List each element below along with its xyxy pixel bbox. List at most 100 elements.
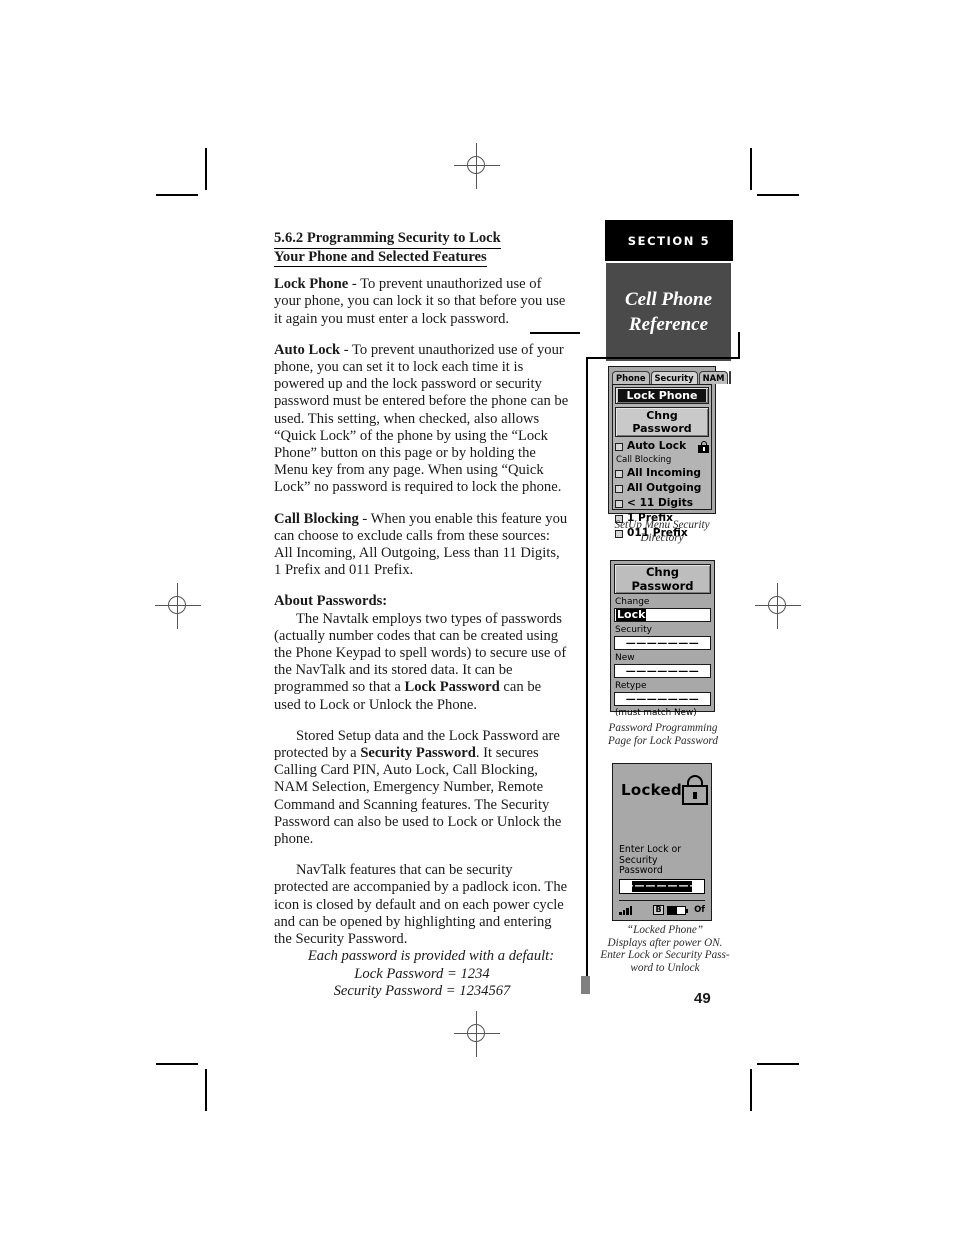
sidebar-rule-main-vertical <box>586 357 588 980</box>
change-field-label: Change <box>615 597 650 607</box>
crop-mark-bottom-right-h <box>757 1063 799 1065</box>
device-screen-security-setup: Phone Security NAM Lock Phone Chng Passw… <box>608 366 732 539</box>
password-defaults-intro: Each password is provided with a default… <box>307 948 555 965</box>
chng-password-button-label: Chng Password <box>632 409 692 435</box>
term-security-password: Security Password <box>360 745 476 762</box>
padlock-closed-icon[interactable] <box>698 440 709 453</box>
battery-icon <box>667 906 689 915</box>
registration-mark-top <box>454 143 500 189</box>
retype-field[interactable]: ——————— <box>614 692 711 706</box>
password-default-lock: Lock Password = 1234 <box>354 965 490 982</box>
section-title-text: Cell Phone Reference <box>625 287 712 337</box>
term-call-blocking: Call Blocking <box>274 510 359 527</box>
lock-phone-button[interactable]: Lock Phone <box>615 387 709 404</box>
crop-mark-bottom-left-h <box>156 1063 198 1065</box>
caption-security-setup-line2: Directory <box>640 531 684 544</box>
password-default-security: Security Password = 1234567 <box>333 982 511 999</box>
paragraph-security-password: Stored Setup data and the Lock Password … <box>274 728 570 848</box>
section-title-line2: Reference <box>628 314 709 335</box>
call-blocking-item-all-incoming[interactable]: All Incoming <box>615 467 709 480</box>
tab-security-label: Security <box>654 373 694 383</box>
retype-hint: (must match New) <box>615 708 697 718</box>
locked-prompt-line2: Password <box>619 865 663 876</box>
tab-nam-label: NAM <box>702 373 725 383</box>
device-screen-chng-password: Chng Password Change Lock Security —————… <box>610 560 715 718</box>
locked-prompt-area: Enter Lock or Security Password ——————— <box>616 844 708 894</box>
section-heading-line2: Your Phone and Selected Features <box>274 249 487 268</box>
paragraph-call-blocking: Call Blocking - When you enable this fea… <box>274 511 570 580</box>
tab-overflow-indicator[interactable] <box>729 371 732 384</box>
caption-chng-password: Password Programming Page for Lock Passw… <box>596 722 730 747</box>
locked-password-input[interactable]: ——————— <box>619 878 705 894</box>
tab-security[interactable]: Security <box>650 371 698 384</box>
call-blocking-group-label: Call Blocking <box>616 455 672 465</box>
change-field[interactable]: Lock <box>614 608 711 622</box>
section-heading: 5.6.2 Programming Security to Lock Your … <box>274 230 570 268</box>
locked-prompt-line1: Enter Lock or Security <box>619 844 682 866</box>
label-11-digits: < 11 Digits <box>627 497 694 509</box>
paragraph-auto-lock-text: - To prevent unauthorized use of your ph… <box>274 341 569 496</box>
about-passwords-heading-text: About Passwords: <box>274 593 388 610</box>
locked-status-bar: B Of <box>619 900 705 915</box>
caption-chng-password-line1: Password Programming <box>608 722 718 734</box>
paragraph-passwords-overview: The Navtalk employs two types of passwor… <box>274 611 570 714</box>
sidebar-rule-left-stub <box>530 332 580 334</box>
paragraph-auto-lock: Auto Lock - To prevent unauthorized use … <box>274 342 570 497</box>
auto-lock-checkbox[interactable] <box>615 442 623 451</box>
page-edge-marker <box>581 976 590 994</box>
new-field[interactable]: ——————— <box>614 664 711 678</box>
caption-security-setup-line1: SetUp Menu Security <box>614 519 710 531</box>
caption-locked-phone-line2: Displays after power ON. <box>607 936 723 949</box>
crop-mark-top-right-v <box>750 148 752 190</box>
chng-password-button[interactable]: Chng Password <box>615 407 709 437</box>
tab-nam[interactable]: NAM <box>698 371 729 384</box>
signal-strength-icon <box>619 905 632 915</box>
term-lock-password: Lock Password <box>404 679 500 696</box>
term-lock-phone: Lock Phone <box>274 276 349 293</box>
auto-lock-label: Auto Lock <box>627 440 687 452</box>
caption-chng-password-line2: Page for Lock Password <box>608 734 718 747</box>
security-field-label: Security <box>615 625 652 635</box>
locked-header: Locked <box>616 775 709 805</box>
auto-lock-row[interactable]: Auto Lock <box>615 440 709 453</box>
page-number: 49 <box>694 990 711 1007</box>
section-heading-line1: 5.6.2 Programming Security to Lock <box>274 230 501 249</box>
checkbox-all-incoming[interactable] <box>615 469 623 478</box>
registration-mark-right <box>755 583 801 629</box>
checkbox-all-outgoing[interactable] <box>615 484 623 493</box>
chng-password-title: Chng Password <box>614 564 711 594</box>
term-auto-lock: Auto Lock <box>274 341 341 358</box>
label-all-incoming: All Incoming <box>627 467 701 479</box>
registration-mark-bottom <box>454 1011 500 1057</box>
security-field-value: ——————— <box>625 637 700 649</box>
crop-mark-bottom-left-v <box>205 1069 207 1111</box>
caption-locked-phone-line1: “Locked Phone” <box>626 924 704 936</box>
device-tab-row: Phone Security NAM <box>612 370 732 384</box>
sidebar-rule-top-horizontal <box>586 357 740 359</box>
crop-mark-top-right-h <box>757 194 799 196</box>
paragraph-padlock-icon: NavTalk features that can be security pr… <box>274 862 568 948</box>
call-blocking-item-11-digits[interactable]: < 11 Digits <box>615 497 709 510</box>
caption-locked-phone: “Locked Phone” Displays after power ON. … <box>592 924 738 974</box>
status-off-label: Of <box>694 905 705 915</box>
padlock-large-closed-icon <box>682 775 709 805</box>
password-defaults: Each password is provided with a default… <box>274 948 570 1000</box>
paragraph-lock-phone: Lock Phone - To prevent unauthorized use… <box>274 276 570 328</box>
section-number-band: SECTION 5 <box>605 220 733 261</box>
caption-locked-phone-line4: word to Unlock <box>630 961 700 974</box>
article-body: 5.6.2 Programming Security to Lock Your … <box>274 230 570 1000</box>
security-field[interactable]: ——————— <box>614 636 711 650</box>
locked-password-value: ——————— <box>623 880 701 892</box>
new-field-value: ——————— <box>625 665 700 677</box>
retype-field-label: Retype <box>615 681 647 691</box>
call-blocking-item-all-outgoing[interactable]: All Outgoing <box>615 482 709 495</box>
crop-mark-top-left-h <box>156 194 198 196</box>
checkbox-11-digits[interactable] <box>615 499 623 508</box>
new-field-label: New <box>615 653 635 663</box>
retype-field-value: ——————— <box>625 693 700 705</box>
tab-phone[interactable]: Phone <box>612 371 650 384</box>
sidebar-rule-right-vertical <box>738 332 740 358</box>
section-title-box: Cell Phone Reference <box>606 263 731 361</box>
caption-locked-phone-line3: Enter Lock or Security Pass- <box>600 949 730 962</box>
device-screen-locked-phone: Locked Enter Lock or Security Password —… <box>612 763 712 921</box>
